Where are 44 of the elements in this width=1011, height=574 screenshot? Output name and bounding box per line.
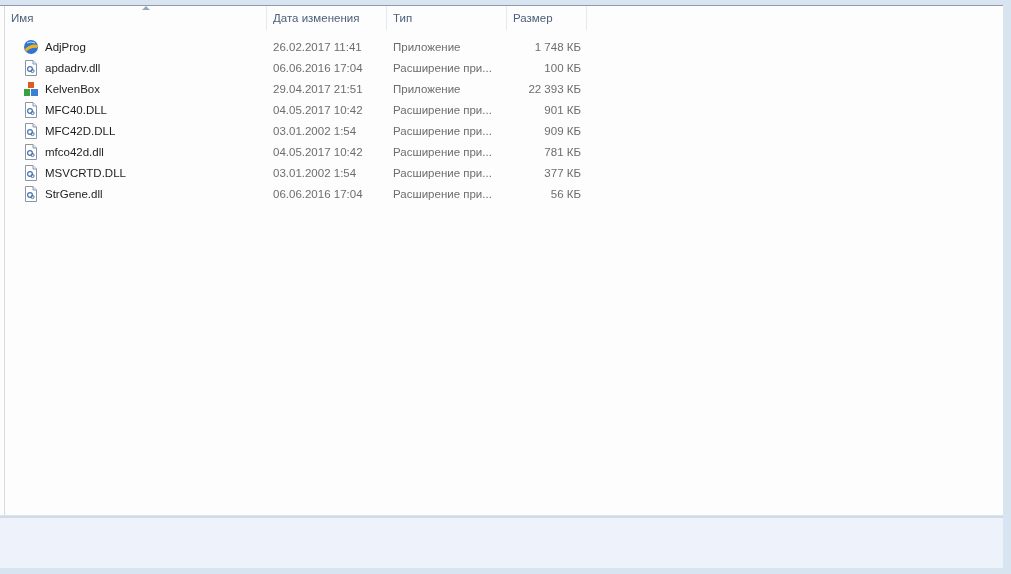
date-cell: 03.01.2002 1:54 bbox=[273, 124, 357, 137]
date-cell: 06.06.2016 17:04 bbox=[273, 187, 363, 200]
date-cell: 03.01.2002 1:54 bbox=[273, 166, 357, 179]
column-header[interactable]: Тип bbox=[387, 6, 507, 30]
file-icon bbox=[23, 101, 39, 118]
column-header[interactable]: Имя bbox=[5, 6, 267, 30]
size-cell: 377 КБ bbox=[544, 166, 581, 179]
size-cell: 100 КБ bbox=[544, 61, 581, 74]
file-name[interactable]: MSVCRTD.DLL bbox=[45, 166, 126, 179]
file-name[interactable]: StrGene.dll bbox=[45, 187, 103, 200]
file-name[interactable]: apdadrv.dll bbox=[45, 61, 101, 74]
date-cell: 26.02.2017 11:41 bbox=[273, 40, 362, 53]
file-name[interactable]: KelvenBox bbox=[45, 82, 100, 95]
file-icon bbox=[23, 143, 39, 160]
type-cell: Расширение при... bbox=[393, 145, 492, 158]
type-cell: Расширение при... bbox=[393, 187, 492, 200]
date-cell: 29.04.2017 21:51 bbox=[273, 82, 363, 95]
file-icon bbox=[23, 122, 39, 139]
size-cell: 22 393 КБ bbox=[528, 82, 581, 95]
date-cell: 06.06.2016 17:04 bbox=[273, 61, 363, 74]
file-name[interactable]: MFC42D.DLL bbox=[45, 124, 116, 137]
type-cell: Расширение при... bbox=[393, 124, 492, 137]
type-cell: Расширение при... bbox=[393, 61, 492, 74]
file-name[interactable]: AdjProg bbox=[45, 40, 86, 53]
type-cell: Приложение bbox=[393, 40, 461, 53]
type-cell: Расширение при... bbox=[393, 166, 492, 179]
date-cell: 04.05.2017 10:42 bbox=[273, 145, 363, 158]
blocks-icon bbox=[23, 80, 39, 97]
size-cell: 909 КБ bbox=[544, 124, 581, 137]
size-cell: 781 КБ bbox=[544, 145, 581, 158]
size-cell: 1 748 КБ bbox=[534, 40, 581, 53]
type-cell: Приложение bbox=[393, 82, 461, 95]
type-cell: Расширение при... bbox=[393, 103, 492, 116]
date-cell: 04.05.2017 10:42 bbox=[273, 103, 363, 116]
column-header[interactable]: Дата изменения bbox=[267, 6, 387, 30]
file-name[interactable]: MFC40.DLL bbox=[45, 103, 107, 116]
file-icon bbox=[23, 164, 39, 181]
file-icon bbox=[23, 185, 39, 202]
file-icon bbox=[23, 59, 39, 76]
globe-icon bbox=[23, 38, 39, 55]
file-name[interactable]: mfco42d.dll bbox=[45, 145, 104, 158]
size-cell: 56 КБ bbox=[550, 187, 581, 200]
size-cell: 901 КБ bbox=[544, 103, 581, 116]
column-header[interactable]: Размер bbox=[507, 6, 587, 30]
